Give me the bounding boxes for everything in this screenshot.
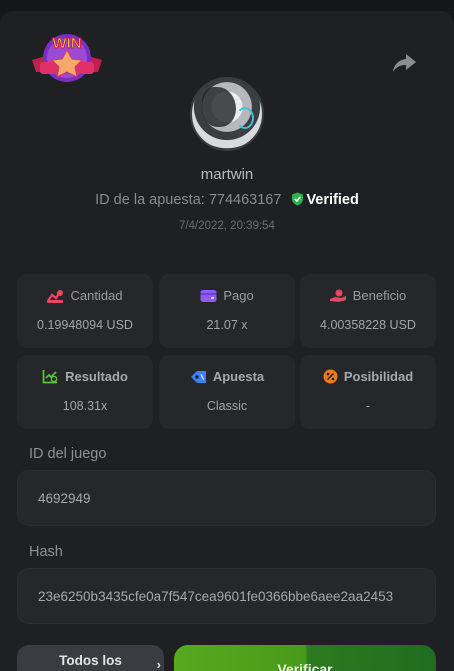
stat-value: 4.00358228 USD (320, 318, 416, 332)
stat-label: Beneficio (352, 288, 407, 303)
stat-label: Apuesta (212, 369, 265, 384)
bet-id-value: 774463167 (208, 192, 282, 208)
hash-field[interactable] (17, 568, 436, 624)
avatar (190, 77, 264, 151)
game-id-label: ID del juego (29, 446, 107, 462)
share-button[interactable] (389, 50, 419, 76)
stat-value: - (365, 399, 371, 413)
hash-label: Hash (29, 544, 63, 560)
stat-value: 21.07 x (206, 318, 248, 332)
avatar-hair (202, 87, 236, 127)
stat-value: Classic (206, 399, 248, 413)
percent-icon (323, 369, 338, 384)
stat-card-cantidad: Cantidad 0.19948094 USD (17, 274, 153, 348)
bet-id-line: ID de la apuesta: 774463167 Verified (0, 192, 454, 208)
stat-value: 108.31x (62, 399, 108, 413)
all-bets-label: Todos los (59, 653, 122, 668)
tag-icon (190, 370, 206, 383)
win-badge-text: WIN (52, 35, 81, 52)
chevron-right-icon: › (156, 657, 161, 671)
username: martwin (200, 166, 254, 183)
stat-card-pago: Pago 21.07 x (159, 274, 295, 348)
stat-card-apuesta: Apuesta Classic (159, 355, 295, 429)
chart-check-icon (42, 370, 58, 384)
stat-card-beneficio: Beneficio 4.00358228 USD (300, 274, 436, 348)
game-id-input[interactable] (38, 471, 415, 525)
stat-label: Cantidad (70, 288, 123, 303)
wallet-icon (200, 289, 217, 302)
top-strip (0, 0, 454, 11)
share-icon (393, 54, 416, 72)
stat-label: Pago (223, 288, 254, 303)
stat-label: Resultado (65, 369, 128, 384)
hash-input[interactable] (38, 569, 415, 623)
stat-card-resultado: Resultado 108.31x (17, 355, 153, 429)
verified-label: Verified (306, 192, 359, 208)
bet-id-label: ID de la apuesta: (95, 192, 205, 208)
stat-label: Posibilidad (343, 369, 414, 384)
avatar-accent (236, 107, 254, 129)
verify-label: Verificar (277, 661, 333, 671)
win-badge-icon: WIN (30, 26, 104, 90)
stat-value: 0.19948094 USD (37, 318, 133, 332)
stat-card-posibilidad: Posibilidad - (300, 355, 436, 429)
verify-button[interactable]: Verificar (174, 645, 436, 671)
all-bets-button[interactable]: Todos los › (17, 645, 164, 671)
bet-timestamp: 7/4/2022, 20:39:54 (179, 220, 275, 232)
coins-icon (47, 289, 64, 303)
game-id-field[interactable] (17, 470, 436, 526)
hand-coin-icon (329, 289, 346, 302)
verified-shield-icon (292, 192, 304, 206)
